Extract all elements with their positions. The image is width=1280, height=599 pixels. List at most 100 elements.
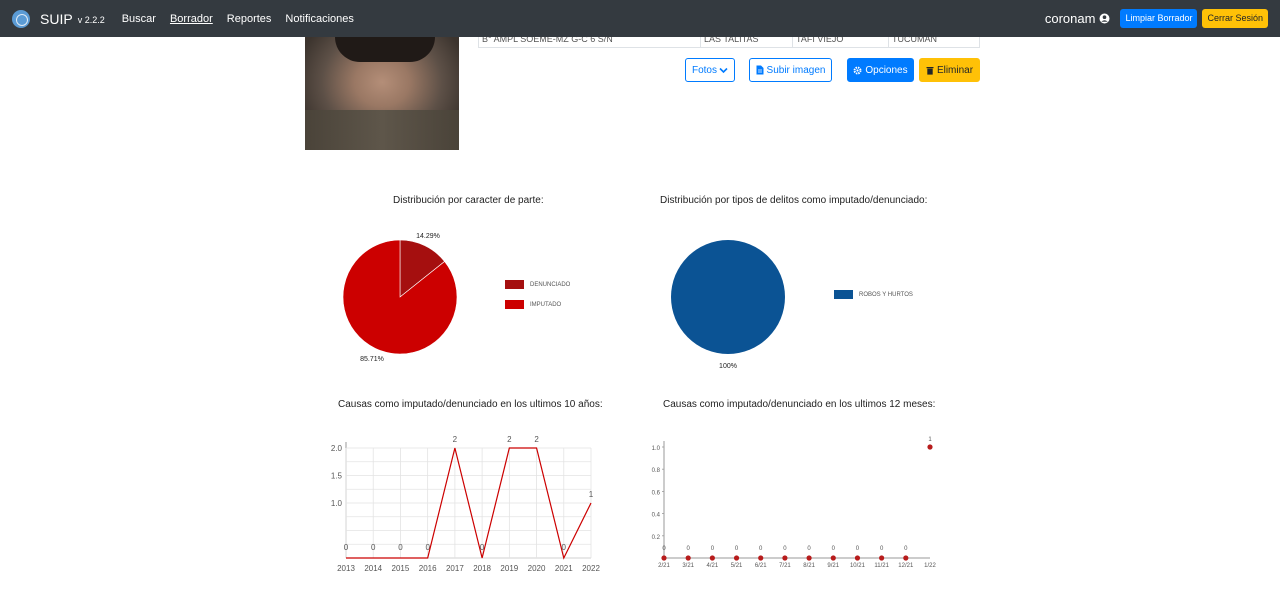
x-tick-label: 2015 bbox=[392, 564, 410, 573]
x-tick-label: 2018 bbox=[473, 564, 491, 573]
data-label: 0 bbox=[344, 543, 349, 552]
y-tick-label: 1.0 bbox=[652, 446, 661, 452]
data-label: 0 bbox=[662, 546, 666, 552]
pie-value-label: 100% bbox=[719, 363, 737, 370]
legend-swatch bbox=[505, 300, 524, 309]
x-tick-label: 2019 bbox=[500, 564, 518, 573]
data-label: 1 bbox=[928, 437, 932, 443]
y-tick-label: 0.8 bbox=[652, 468, 661, 474]
legend-swatch bbox=[505, 280, 524, 289]
x-tick-label: 2014 bbox=[364, 564, 382, 573]
data-point bbox=[661, 555, 667, 561]
x-tick-label: 2013 bbox=[337, 564, 355, 573]
data-label: 0 bbox=[562, 543, 567, 552]
suip-logo-icon bbox=[12, 9, 30, 28]
x-tick-label: 7/21 bbox=[779, 563, 791, 569]
delete-button[interactable]: Eliminar bbox=[919, 58, 980, 82]
data-point bbox=[879, 555, 885, 561]
data-label: 0 bbox=[371, 543, 376, 552]
fotos-dropdown-button[interactable]: Fotos bbox=[685, 58, 735, 82]
y-tick-label: 0.4 bbox=[652, 513, 661, 519]
x-tick-label: 2017 bbox=[446, 564, 464, 573]
clear-draft-button[interactable]: Limpiar Borrador bbox=[1120, 9, 1198, 28]
data-point bbox=[709, 555, 715, 561]
gear-icon bbox=[853, 66, 862, 74]
data-label: 0 bbox=[425, 543, 430, 552]
line-chart-10-anios: 1.01.52.02013 2014 2015 2016 2017 2018 2019 202… bbox=[331, 435, 601, 573]
file-icon bbox=[756, 65, 764, 75]
x-tick-label: 10/21 bbox=[850, 563, 866, 569]
address-cell: B° AMPL SOEME-MZ G-C 6 S/N bbox=[479, 37, 701, 47]
legend-label: DENUNCIADO bbox=[530, 282, 571, 288]
chart-title-12-meses: Causas como imputado/denunciado en los u… bbox=[663, 399, 936, 410]
options-label: Opciones bbox=[865, 64, 908, 76]
chart-title-10-anios: Causas como imputado/denunciado en los u… bbox=[338, 399, 603, 410]
line-chart-12-meses: 0.2 0.4 0.6 0.8 1.0 2/21 3/21 4/21 5/21 6/21 7/21 8… bbox=[652, 437, 937, 569]
brand[interactable]: SUIP v 2.2.2 bbox=[12, 9, 105, 28]
data-point bbox=[733, 555, 740, 561]
data-label: 2 bbox=[453, 435, 458, 444]
data-label: 0 bbox=[480, 543, 485, 552]
province-cell: TUCUMAN bbox=[892, 37, 937, 44]
data-label: 0 bbox=[783, 546, 787, 552]
x-tick-label: 2022 bbox=[582, 564, 600, 573]
logout-button[interactable]: Cerrar Sesión bbox=[1202, 9, 1268, 28]
data-label: 0 bbox=[711, 546, 715, 552]
brand-name: SUIP bbox=[40, 10, 73, 27]
data-point bbox=[854, 555, 861, 561]
data-label: 2 bbox=[507, 435, 512, 444]
user-name[interactable]: coronam bbox=[1045, 11, 1096, 26]
data-label: 0 bbox=[398, 543, 403, 552]
nav-links: Buscar Borrador Reportes Notificaciones bbox=[122, 13, 368, 25]
x-tick-label: 2016 bbox=[419, 564, 437, 573]
y-tick-label: 1.5 bbox=[331, 472, 343, 481]
nav-right: coronam Limpiar Borrador Cerrar Sesión bbox=[1045, 0, 1268, 37]
nav-link-borrador[interactable]: Borrador bbox=[170, 13, 213, 25]
data-point bbox=[782, 555, 788, 561]
data-point bbox=[758, 555, 764, 561]
y-tick-label: 0.6 bbox=[652, 490, 661, 496]
y-tick-label: 1.0 bbox=[331, 499, 343, 508]
data-label: 2 bbox=[534, 435, 539, 444]
data-label: 1 bbox=[589, 490, 594, 499]
data-point bbox=[830, 555, 836, 561]
x-tick-label: 9/21 bbox=[827, 563, 839, 569]
data-label: 0 bbox=[807, 546, 811, 552]
data-label: 0 bbox=[759, 546, 763, 552]
nav-link-reportes[interactable]: Reportes bbox=[227, 13, 272, 25]
x-tick-label: 2/21 bbox=[658, 563, 670, 569]
legend-swatch bbox=[834, 290, 853, 299]
x-tick-label: 8/21 bbox=[803, 563, 815, 569]
x-tick-label: 3/21 bbox=[682, 563, 694, 569]
x-tick-label: 1/22 bbox=[924, 563, 936, 569]
pie-chart-delitos: 100% ROBOS Y HURTOS bbox=[671, 240, 913, 370]
x-tick-label: 2021 bbox=[555, 564, 573, 573]
user-circle-icon[interactable] bbox=[1099, 13, 1110, 24]
data-label: 0 bbox=[735, 546, 739, 552]
y-tick-label: 2.0 bbox=[331, 444, 343, 453]
brand-version: v 2.2.2 bbox=[77, 15, 105, 25]
pie-value-label: 85.71% bbox=[360, 356, 384, 363]
data-point bbox=[903, 555, 909, 561]
data-label: 0 bbox=[904, 546, 908, 552]
nav-link-notificaciones[interactable]: Notificaciones bbox=[285, 13, 353, 25]
upload-image-button[interactable]: Subir imagen bbox=[749, 58, 832, 82]
data-point bbox=[806, 555, 812, 561]
upload-image-label: Subir imagen bbox=[766, 64, 826, 76]
trash-icon bbox=[926, 66, 934, 75]
data-label: 0 bbox=[856, 546, 860, 552]
nav-link-buscar[interactable]: Buscar bbox=[122, 13, 156, 25]
person-photo bbox=[305, 37, 459, 150]
locality-cell: LAS TALITAS bbox=[701, 37, 793, 47]
chart-title-delitos: Distribución por tipos de delitos como i… bbox=[660, 195, 928, 206]
data-point bbox=[927, 444, 933, 450]
pie-value-label: 14.29% bbox=[416, 233, 440, 240]
chart-title-caracter: Distribución por caracter de parte: bbox=[393, 195, 544, 206]
x-tick-label: 4/21 bbox=[707, 563, 719, 569]
options-button[interactable]: Opciones bbox=[847, 58, 914, 82]
delete-label: Eliminar bbox=[936, 64, 974, 76]
data-label: 0 bbox=[687, 546, 691, 552]
chevron-down-icon bbox=[719, 67, 728, 73]
x-tick-label: 6/21 bbox=[755, 563, 767, 569]
pie-chart-caracter: 14.29% 85.71% DENUNCIADO IMPUTADO bbox=[342, 233, 571, 363]
